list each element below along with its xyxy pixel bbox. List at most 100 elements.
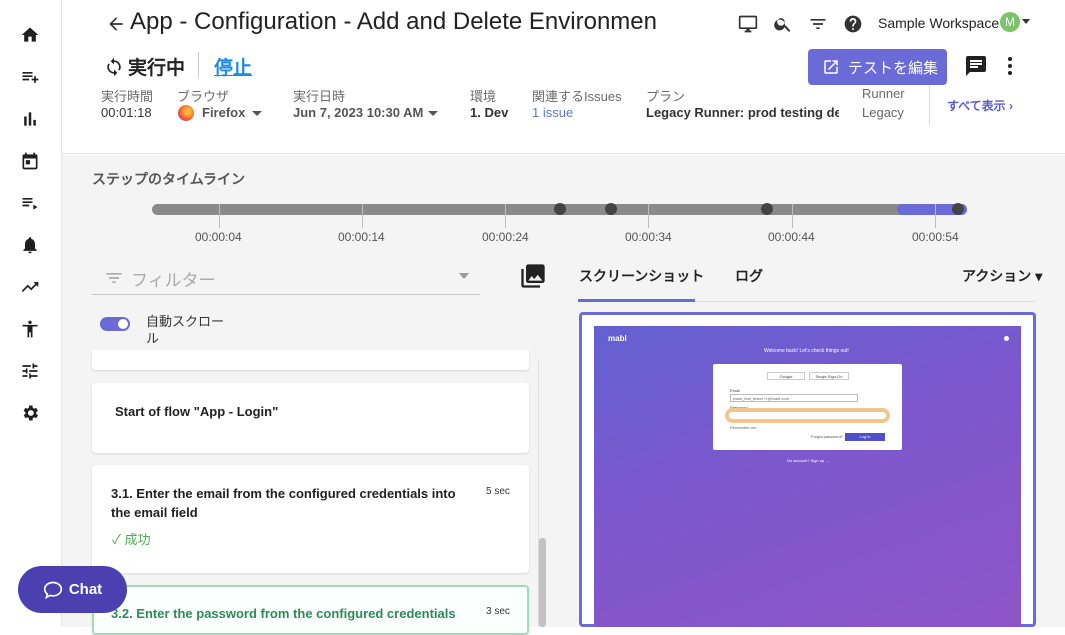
open-in-new-icon xyxy=(824,60,838,74)
chevron-down-icon[interactable] xyxy=(1022,19,1030,24)
timeline-marker[interactable] xyxy=(554,203,566,215)
tune-icon[interactable] xyxy=(18,359,42,383)
timeline-tick xyxy=(219,204,220,228)
signup-link: No account? Sign up → xyxy=(787,458,830,463)
timeline-label: 00:00:54 xyxy=(912,230,959,244)
duration-label: 実行時間 xyxy=(101,89,154,104)
tab-active-indicator xyxy=(578,299,695,302)
accessibility-icon[interactable] xyxy=(18,317,42,341)
workspace-name[interactable]: Sample Workspace xyxy=(878,15,999,31)
divider xyxy=(929,85,930,125)
playlist-add-icon[interactable] xyxy=(18,65,42,89)
timeline-tick xyxy=(648,204,649,228)
environment-label: 環境 xyxy=(470,89,497,104)
home-icon[interactable] xyxy=(18,23,42,47)
chevron-down-icon[interactable] xyxy=(252,111,262,116)
timeline-label: 00:00:24 xyxy=(482,230,529,244)
google-button: Google xyxy=(767,372,805,380)
scrollbar-thumb[interactable] xyxy=(539,538,546,627)
issues-label: 関連するIssues xyxy=(532,89,622,104)
comment-icon[interactable] xyxy=(964,54,988,78)
sidebar xyxy=(0,0,62,627)
step-duration: 3 sec xyxy=(486,606,510,617)
stop-link[interactable]: 停止 xyxy=(214,53,252,80)
bar-chart-icon[interactable] xyxy=(18,107,42,131)
step-text: 3.1. Enter the email from the configured… xyxy=(111,486,456,520)
edit-test-label: テストを編集 xyxy=(848,59,939,77)
run-date-label: 実行日時 xyxy=(293,89,346,104)
timeline-marker[interactable] xyxy=(952,203,964,215)
filter-placeholder: フィルター xyxy=(131,271,216,290)
divider xyxy=(198,52,199,78)
run-date-value[interactable]: Jun 7, 2023 10:30 AM xyxy=(293,105,423,120)
tab-screenshot[interactable]: スクリーンショット xyxy=(579,266,704,286)
sync-icon xyxy=(107,57,121,76)
plan-label: プラン xyxy=(646,89,686,104)
run-status: 実行中 xyxy=(104,53,185,80)
step-text: 3.2. Enter the password from the configu… xyxy=(111,606,456,621)
autoscroll-toggle[interactable] xyxy=(100,317,130,331)
timeline-label: 00:00:34 xyxy=(625,230,672,244)
chevron-down-icon[interactable] xyxy=(428,111,438,116)
help-icon[interactable] xyxy=(841,12,865,36)
actions-menu[interactable]: アクション ▾ xyxy=(962,266,1042,286)
tab-logs[interactable]: ログ xyxy=(735,266,763,286)
runner-value: Legacy xyxy=(862,105,904,120)
search-icon[interactable] xyxy=(771,12,795,36)
firefox-icon xyxy=(178,105,194,121)
timeline-tick xyxy=(505,204,506,228)
step-status: ✓ 成功 xyxy=(112,532,151,547)
forgot-link: Forgot password? xyxy=(811,434,844,439)
playlist-play-icon[interactable] xyxy=(18,191,42,215)
calendar-icon[interactable] xyxy=(18,149,42,173)
welcome-text: Welcome back! Let's check things out! xyxy=(764,348,849,354)
avatar xyxy=(1004,336,1009,341)
email-label: Email xyxy=(730,388,741,393)
timeline-tick xyxy=(935,204,936,228)
filter-list-icon[interactable] xyxy=(806,12,830,36)
show-all-label: すべて表示 xyxy=(947,99,1006,113)
login-button: Log in xyxy=(845,433,885,441)
actions-label: アクション xyxy=(962,268,1032,284)
filter-icon xyxy=(106,273,122,283)
list-item[interactable] xyxy=(92,350,529,370)
brand-logo: mabl xyxy=(608,334,627,343)
run-status-label: 実行中 xyxy=(128,58,186,79)
monitor-icon[interactable] xyxy=(736,12,760,36)
photo-library-icon[interactable] xyxy=(519,262,547,290)
plan-value[interactable]: Legacy Runner: prod testing de xyxy=(646,105,839,120)
issues-link[interactable]: 1 issue xyxy=(532,105,573,120)
chevron-down-icon[interactable] xyxy=(459,273,469,279)
timeline-title: ステップのタイムライン xyxy=(92,171,246,187)
more-vert-icon[interactable] xyxy=(998,54,1022,78)
settings-icon[interactable] xyxy=(18,401,42,425)
avatar[interactable]: M xyxy=(1000,12,1020,32)
remember-checkbox: Remember me xyxy=(730,425,757,430)
environment-value[interactable]: 1. Dev xyxy=(470,105,508,120)
screenshot-image[interactable]: mabl Welcome back! Let's check things ou… xyxy=(594,326,1021,627)
login-card: Google Single Sign-On Email trade_test_t… xyxy=(713,364,902,450)
timeline-label: 00:00:44 xyxy=(768,230,815,244)
duration-value: 00:01:18 xyxy=(101,105,152,120)
sso-button: Single Sign-On xyxy=(809,372,849,380)
arrow-back-icon[interactable] xyxy=(106,14,126,34)
edit-test-button[interactable]: テストを編集 xyxy=(808,49,947,85)
trending-up-icon[interactable] xyxy=(18,275,42,299)
runner-label: Runner xyxy=(862,86,905,101)
chat-button[interactable]: Chat xyxy=(18,566,127,613)
timeline-tick xyxy=(362,204,363,228)
step-duration: 5 sec xyxy=(486,486,510,497)
timeline-label: 00:00:04 xyxy=(195,230,242,244)
show-all-link[interactable]: すべて表示 › xyxy=(947,97,1013,114)
browser-value[interactable]: Firefox xyxy=(202,105,245,120)
notifications-icon[interactable] xyxy=(18,233,42,257)
email-field: trade_test_tester+1@mabl.com xyxy=(730,394,858,402)
timeline-tick xyxy=(792,204,793,228)
autoscroll-label: 自動スクロール xyxy=(146,314,225,346)
browser-label: ブラウザ xyxy=(177,89,230,104)
chat-label: Chat xyxy=(68,581,103,598)
timeline-marker[interactable] xyxy=(605,203,617,215)
flow-start-label: Start of flow "App - Login" xyxy=(115,404,279,419)
timeline-marker[interactable] xyxy=(761,203,773,215)
chat-bubble-icon xyxy=(43,581,62,599)
